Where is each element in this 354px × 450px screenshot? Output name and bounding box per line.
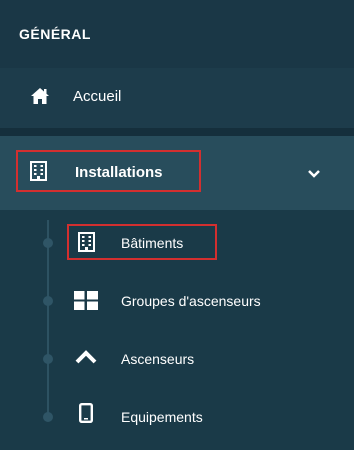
highlight-box (16, 150, 201, 192)
chevron-down-icon[interactable] (308, 169, 320, 178)
highlight-box (67, 224, 217, 260)
grid-icon (74, 291, 98, 310)
divider (0, 128, 354, 136)
sidebar-item-label: Accueil (73, 88, 122, 105)
home-icon (31, 88, 49, 104)
tablet-icon (79, 403, 93, 423)
submenu-item-groupes-ascenseurs[interactable]: Groupes d'ascenseurs (0, 278, 354, 324)
submenu-item-label: Ascenseurs (121, 351, 195, 367)
chevron-up-icon (75, 350, 97, 364)
sidebar-item-accueil[interactable]: Accueil (0, 68, 354, 128)
section-title: GÉNÉRAL (19, 26, 91, 42)
submenu-item-label: Groupes d'ascenseurs (121, 293, 261, 309)
submenu-item-label: Equipements (121, 409, 203, 425)
sidebar: GÉNÉRAL Accueil Installations Bâtiments … (0, 0, 354, 450)
submenu-item-ascenseurs[interactable]: Ascenseurs (0, 336, 354, 382)
submenu-item-equipements[interactable]: Equipements (0, 394, 354, 440)
section-header: GÉNÉRAL (0, 0, 354, 68)
